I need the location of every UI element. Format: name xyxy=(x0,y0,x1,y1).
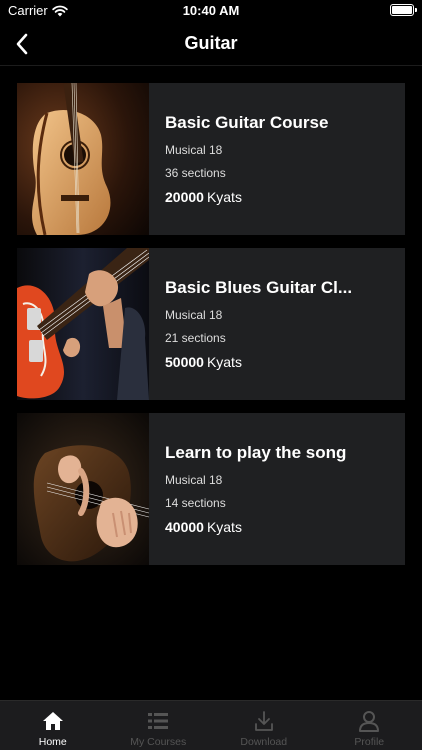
course-price: 50000 Kyats xyxy=(165,354,242,370)
price-currency: Kyats xyxy=(206,189,242,205)
price-currency: Kyats xyxy=(206,519,242,535)
course-title: Basic Blues Guitar Cl... xyxy=(165,278,353,297)
course-card[interactable]: Basic Blues Guitar Cl... Musical 18 21 s… xyxy=(17,248,405,400)
status-bar: Carrier 10:40 AM xyxy=(0,0,422,22)
course-price: 20000 Kyats xyxy=(165,189,242,205)
tab-my-courses[interactable]: My Courses xyxy=(106,701,212,750)
tab-download[interactable]: Download xyxy=(211,701,317,750)
course-title: Learn to play the song xyxy=(165,443,347,462)
course-category: Musical 18 xyxy=(165,473,223,487)
course-thumbnail-electric-guitar xyxy=(17,248,149,400)
course-sections: 21 sections xyxy=(165,331,226,345)
price-amount: 20000 xyxy=(165,189,204,205)
download-icon xyxy=(251,708,277,734)
course-title: Basic Guitar Course xyxy=(165,113,329,132)
tab-download-label: Download xyxy=(240,736,288,748)
course-sections: 36 sections xyxy=(165,166,226,180)
battery-icon xyxy=(390,4,417,16)
status-time: 10:40 AM xyxy=(182,3,240,18)
tab-my-courses-label: My Courses xyxy=(130,736,187,748)
tab-home[interactable]: Home xyxy=(0,701,106,750)
course-price: 40000 Kyats xyxy=(165,519,242,535)
course-thumbnail-guitar-hands xyxy=(17,413,149,565)
tab-profile[interactable]: Profile xyxy=(317,701,422,750)
price-currency: Kyats xyxy=(206,354,242,370)
course-category: Musical 18 xyxy=(165,143,223,157)
tab-home-label: Home xyxy=(38,736,67,748)
course-list: Basic Guitar Course Musical 18 36 sectio… xyxy=(17,83,405,578)
navigation-bar: Guitar xyxy=(0,22,422,66)
course-category: Musical 18 xyxy=(165,308,223,322)
page-title: Guitar xyxy=(184,33,238,53)
home-icon xyxy=(40,708,66,734)
course-card[interactable]: Learn to play the song Musical 18 14 sec… xyxy=(17,413,405,565)
tab-bar: Home My Courses Download Profile xyxy=(0,700,422,750)
course-thumbnail-acoustic-guitar xyxy=(17,83,149,235)
profile-icon xyxy=(356,708,382,734)
price-amount: 50000 xyxy=(165,354,204,370)
list-icon xyxy=(145,708,171,734)
course-sections: 14 sections xyxy=(165,496,226,510)
tab-profile-label: Profile xyxy=(354,736,385,748)
course-card[interactable]: Basic Guitar Course Musical 18 36 sectio… xyxy=(17,83,405,235)
price-amount: 40000 xyxy=(165,519,204,535)
